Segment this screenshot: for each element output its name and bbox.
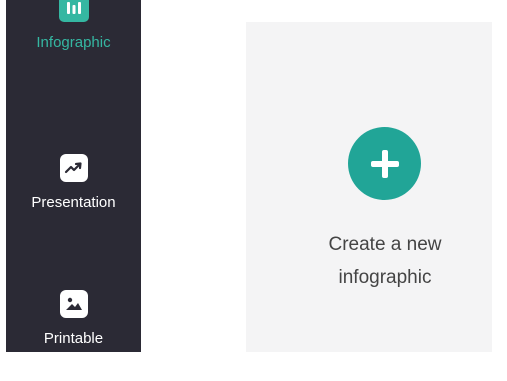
sidebar-item-infographic[interactable]: Infographic [6,0,141,51]
page: Infographic Presentation Printable Creat… [0,0,507,381]
sidebar-item-printable[interactable]: Printable [6,290,141,347]
sidebar-item-label: Presentation [31,194,116,211]
create-new-line1: Create a new [328,234,442,255]
sidebar-item-presentation[interactable]: Presentation [6,154,141,211]
create-new-label: Create a new infographic [246,228,507,294]
plus-icon [370,149,399,178]
image-icon [59,290,88,318]
sidebar-item-label: Infographic [36,34,111,51]
bar-chart-icon [58,0,89,22]
create-new-button[interactable] [348,127,421,200]
sidebar: Infographic Presentation Printable [6,0,141,352]
sidebar-item-label: Printable [43,330,104,347]
trending-up-icon [59,154,88,182]
create-new-card[interactable]: Create a new infographic [246,22,492,352]
create-new-line2: infographic [338,267,432,288]
